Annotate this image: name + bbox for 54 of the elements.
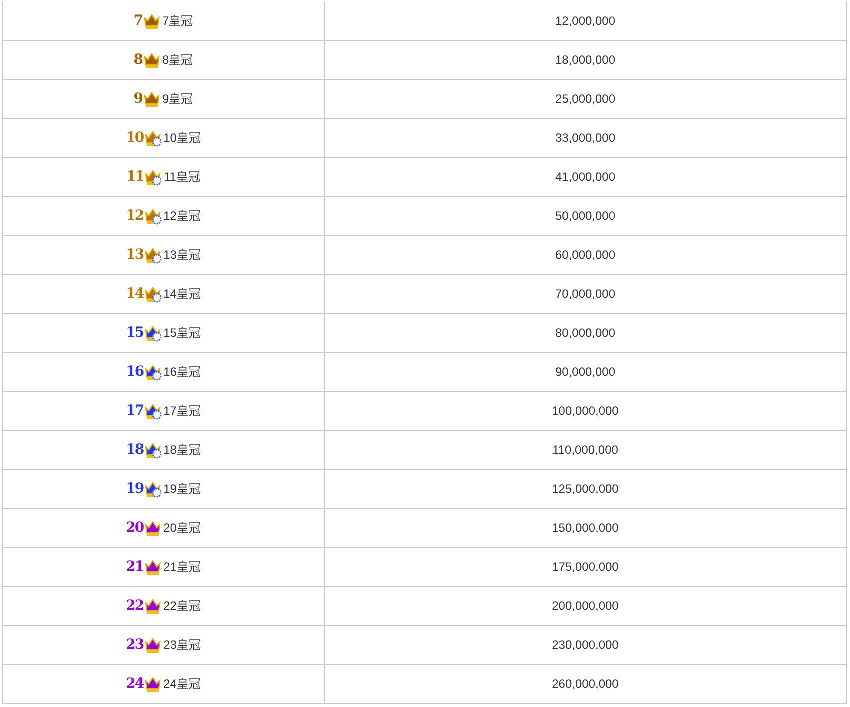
level-name: 12皇冠 bbox=[164, 208, 201, 224]
level-number: 10 bbox=[126, 130, 144, 146]
level-number: 23 bbox=[126, 637, 144, 653]
level-number: 18 bbox=[126, 442, 144, 458]
amount-text: 90,000,000 bbox=[555, 365, 616, 379]
level-number: 7 bbox=[134, 13, 143, 29]
level-number: 11 bbox=[126, 169, 144, 185]
level-number: 22 bbox=[126, 598, 144, 614]
level-name: 13皇冠 bbox=[164, 246, 201, 264]
level-name: 19皇冠 bbox=[164, 480, 201, 498]
level-number: 20 bbox=[126, 520, 144, 536]
level-name: 24皇冠 bbox=[164, 676, 201, 692]
level-number: 9 bbox=[134, 91, 143, 107]
amount-text: 60,000,000 bbox=[555, 248, 616, 262]
level-name: 8皇冠 bbox=[162, 52, 194, 68]
amount-text: 200,000,000 bbox=[552, 599, 619, 613]
level-name: 17皇冠 bbox=[164, 402, 201, 420]
level-name: 21皇冠 bbox=[164, 558, 201, 576]
amount-text: 100,000,000 bbox=[552, 404, 619, 418]
amount-text: 18,000,000 bbox=[555, 53, 616, 67]
amount-text: 12,000,000 bbox=[555, 14, 616, 28]
level-name: 16皇冠 bbox=[164, 364, 201, 380]
level-number: 24 bbox=[126, 676, 144, 692]
level-number: 16 bbox=[126, 364, 144, 380]
amount-text: 125,000,000 bbox=[552, 482, 619, 496]
amount-text: 175,000,000 bbox=[552, 560, 619, 574]
amount-text: 80,000,000 bbox=[555, 326, 616, 340]
level-number: 17 bbox=[126, 403, 144, 419]
level-number: 13 bbox=[126, 247, 144, 263]
amount-text: 33,000,000 bbox=[555, 131, 616, 145]
level-name: 11皇冠 bbox=[164, 168, 200, 186]
amount-text: 230,000,000 bbox=[552, 638, 619, 652]
level-number: 19 bbox=[126, 481, 144, 497]
level-name: 23皇冠 bbox=[164, 636, 201, 654]
amount-text: 110,000,000 bbox=[552, 443, 618, 457]
amount-text: 150,000,000 bbox=[552, 521, 619, 535]
amount-text: 25,000,000 bbox=[555, 92, 616, 106]
level-number: 21 bbox=[126, 559, 144, 575]
amount-text: 260,000,000 bbox=[552, 677, 619, 691]
level-name: 7皇冠 bbox=[162, 12, 194, 30]
level-name: 10皇冠 bbox=[164, 130, 201, 146]
amount-text: 41,000,000 bbox=[555, 170, 616, 184]
level-name: 14皇冠 bbox=[164, 286, 201, 302]
level-name: 9皇冠 bbox=[162, 90, 194, 108]
amount-text: 50,000,000 bbox=[555, 209, 616, 223]
level-name: 20皇冠 bbox=[164, 520, 201, 536]
level-number: 14 bbox=[126, 286, 144, 302]
level-name: 15皇冠 bbox=[164, 324, 201, 342]
amount-text: 70,000,000 bbox=[555, 287, 616, 301]
level-number: 8 bbox=[134, 52, 143, 68]
level-number: 15 bbox=[126, 325, 144, 341]
level-name: 18皇冠 bbox=[164, 442, 201, 458]
level-name: 22皇冠 bbox=[164, 598, 201, 614]
level-number: 12 bbox=[126, 208, 144, 224]
